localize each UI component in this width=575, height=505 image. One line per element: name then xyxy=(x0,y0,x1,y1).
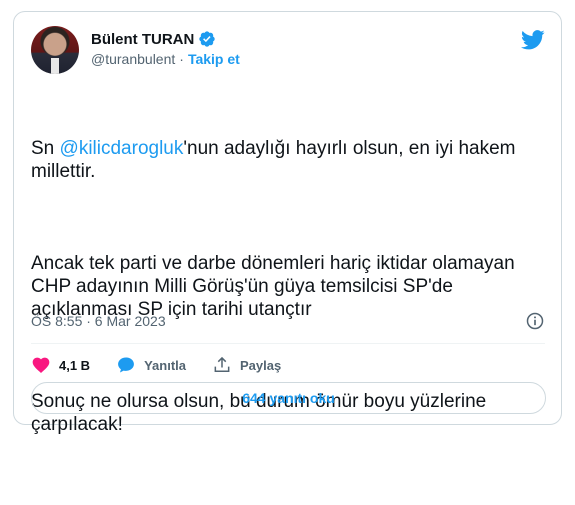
info-icon[interactable] xyxy=(525,311,545,331)
author-handle-line: @turanbulent · Takip et xyxy=(91,51,240,67)
tweet-header: Bülent TURAN @turanbulent · Takip et xyxy=(31,26,545,78)
like-action[interactable]: 4,1 B xyxy=(31,355,90,375)
verified-icon xyxy=(199,31,216,47)
like-count: 4,1 B xyxy=(59,357,91,373)
tweet-card: Bülent TURAN @turanbulent · Takip et Sn … xyxy=(13,11,562,435)
mention-link[interactable]: @kilicdarogluk xyxy=(60,138,184,159)
handle-separator: · xyxy=(179,51,184,67)
reply-icon xyxy=(118,357,134,373)
heart-icon xyxy=(32,357,50,373)
avatar[interactable] xyxy=(31,26,79,74)
tweet-paragraph-2: Ancak tek parti ve darbe dönemleri hariç… xyxy=(31,253,520,320)
follow-button[interactable]: Takip et xyxy=(188,51,240,67)
tweet-paragraph-1: Sn @kilicdarogluk'nun adaylığı hayırlı o… xyxy=(31,137,546,183)
twitter-bird-icon[interactable] xyxy=(521,30,545,50)
author-handle[interactable]: @turanbulent xyxy=(91,51,175,67)
share-icon xyxy=(214,356,230,372)
tweet-actions: 4,1 B Yanıtla Paylaş xyxy=(31,353,281,377)
read-replies-button[interactable]: 644 yanıtı oku xyxy=(31,382,546,414)
tweet-p1-prefix: Sn xyxy=(31,138,60,159)
divider xyxy=(31,343,545,344)
author-name[interactable]: Bülent TURAN xyxy=(91,31,194,48)
author-name-line: Bülent TURAN xyxy=(91,30,216,48)
share-label: Paylaş xyxy=(240,357,282,373)
reply-label: Yanıtla xyxy=(144,357,186,373)
tweet-text: Sn @kilicdarogluk'nun adaylığı hayırlı o… xyxy=(31,91,546,505)
tweet-timestamp[interactable]: ÖS 8:55 · 6 Mar 2023 xyxy=(31,313,166,329)
share-action[interactable]: Paylaş xyxy=(212,355,281,375)
reply-action[interactable]: Yanıtla xyxy=(116,355,186,375)
avatar-shirt xyxy=(51,58,59,74)
